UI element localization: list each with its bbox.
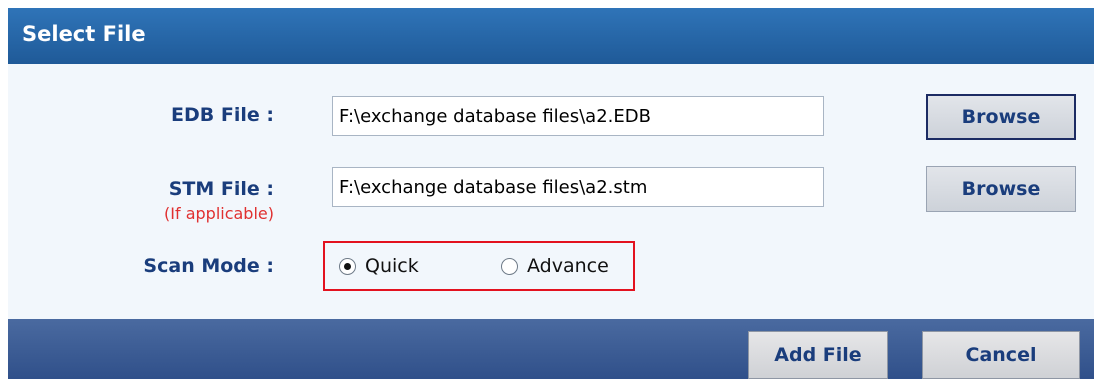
advance-radio-label[interactable]: Advance — [527, 255, 609, 277]
stm-applicable-note: (If applicable) — [164, 204, 274, 223]
quick-radio[interactable] — [339, 258, 356, 275]
scan-mode-highlight-box: Quick Advance — [323, 241, 635, 291]
edb-browse-button[interactable]: Browse — [926, 94, 1076, 140]
dialog-title: Select File — [22, 22, 146, 46]
cancel-button[interactable]: Cancel — [922, 331, 1080, 379]
quick-radio-label[interactable]: Quick — [365, 255, 419, 277]
dialog-title-bar: Select File — [8, 8, 1094, 64]
stm-file-label: STM File : — [168, 178, 274, 200]
edb-file-label: EDB File : — [171, 104, 274, 126]
stm-file-input[interactable] — [332, 167, 824, 207]
dialog-footer: Add File Cancel — [8, 319, 1094, 379]
add-file-button[interactable]: Add File — [748, 331, 888, 379]
advance-radio[interactable] — [501, 258, 518, 275]
select-file-dialog: Select File EDB File : Browse STM File :… — [8, 8, 1094, 379]
scan-mode-label: Scan Mode : — [143, 255, 274, 277]
edb-file-input[interactable] — [332, 96, 824, 136]
stm-browse-button[interactable]: Browse — [926, 166, 1076, 212]
